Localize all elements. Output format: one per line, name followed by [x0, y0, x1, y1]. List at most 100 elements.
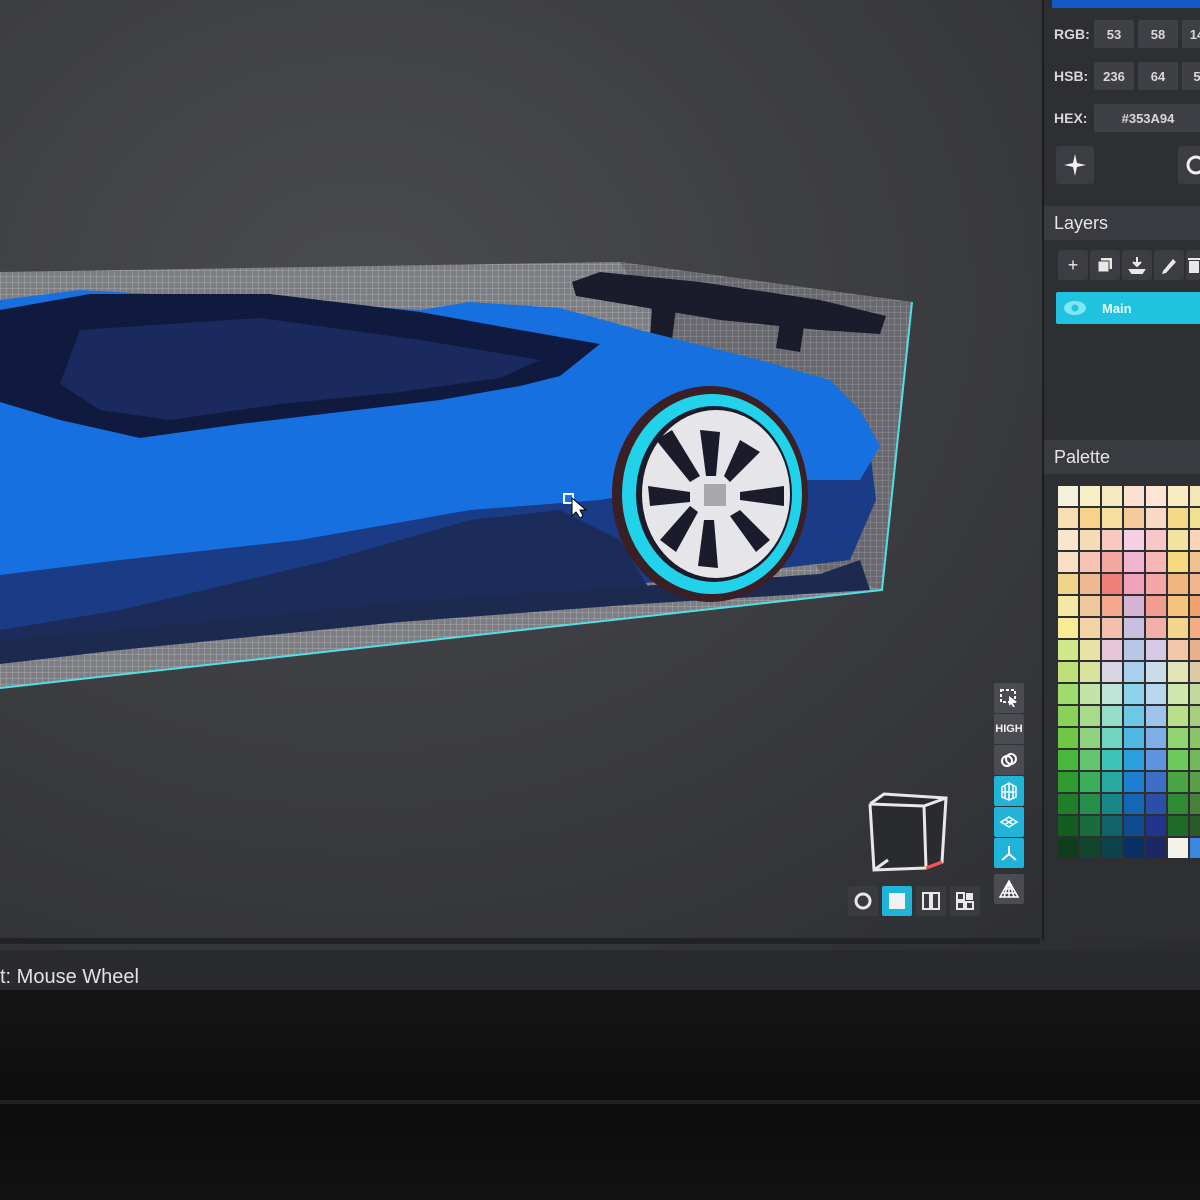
- palette-swatch[interactable]: [1102, 728, 1122, 748]
- palette-swatch[interactable]: [1080, 794, 1100, 814]
- palette-swatch[interactable]: [1102, 508, 1122, 528]
- palette-swatch[interactable]: [1058, 684, 1078, 704]
- high-quality-toggle[interactable]: HIGH: [994, 714, 1024, 744]
- grid-box-icon[interactable]: [994, 776, 1024, 806]
- palette-swatch[interactable]: [1058, 728, 1078, 748]
- palette-swatch[interactable]: [1168, 552, 1188, 572]
- palette-swatch[interactable]: [1124, 486, 1144, 506]
- palette-swatch[interactable]: [1058, 530, 1078, 550]
- pencil-icon[interactable]: [1154, 250, 1184, 280]
- rgb-r-field[interactable]: 53: [1094, 20, 1134, 48]
- palette-swatch[interactable]: [1102, 596, 1122, 616]
- palette-swatch[interactable]: [1190, 486, 1200, 506]
- palette-swatch[interactable]: [1190, 508, 1200, 528]
- palette-swatch[interactable]: [1168, 838, 1188, 858]
- axes-icon[interactable]: [994, 838, 1024, 868]
- merge-icon[interactable]: [1122, 250, 1152, 280]
- palette-swatch[interactable]: [1080, 486, 1100, 506]
- palette-swatch[interactable]: [1080, 838, 1100, 858]
- palette-swatch[interactable]: [1190, 574, 1200, 594]
- palette-swatch[interactable]: [1190, 794, 1200, 814]
- palette-swatch[interactable]: [1080, 574, 1100, 594]
- palette-swatch[interactable]: [1124, 838, 1144, 858]
- link-icon[interactable]: [994, 745, 1024, 775]
- rgb-b-field[interactable]: 14: [1182, 20, 1200, 48]
- palette-swatch[interactable]: [1102, 640, 1122, 660]
- hsb-h-field[interactable]: 236: [1094, 62, 1134, 90]
- palette-swatch[interactable]: [1146, 750, 1166, 770]
- palette-swatch[interactable]: [1168, 486, 1188, 506]
- palette-swatch[interactable]: [1190, 596, 1200, 616]
- palette-swatch[interactable]: [1168, 816, 1188, 836]
- palette-swatch[interactable]: [1168, 574, 1188, 594]
- duplicate-icon[interactable]: [1090, 250, 1120, 280]
- palette-swatch[interactable]: [1124, 530, 1144, 550]
- palette-swatch[interactable]: [1168, 684, 1188, 704]
- palette-swatch[interactable]: [1058, 552, 1078, 572]
- palette-swatch[interactable]: [1102, 794, 1122, 814]
- palette-swatch[interactable]: [1124, 816, 1144, 836]
- palette-swatch[interactable]: [1102, 750, 1122, 770]
- palette-swatch[interactable]: [1146, 552, 1166, 572]
- palette-swatch[interactable]: [1080, 750, 1100, 770]
- palette-swatch[interactable]: [1124, 750, 1144, 770]
- palette-swatch[interactable]: [1124, 772, 1144, 792]
- palette-swatch[interactable]: [1058, 574, 1078, 594]
- palette-swatch[interactable]: [1080, 508, 1100, 528]
- color-swatch[interactable]: [1052, 0, 1200, 8]
- palette-swatch[interactable]: [1058, 640, 1078, 660]
- hsb-b-field[interactable]: 5: [1182, 62, 1200, 90]
- hsb-s-field[interactable]: 64: [1138, 62, 1178, 90]
- palette-swatch[interactable]: [1124, 728, 1144, 748]
- palette-swatch[interactable]: [1058, 816, 1078, 836]
- palette-swatch[interactable]: [1146, 706, 1166, 726]
- split-view-icon[interactable]: [916, 886, 946, 916]
- palette-swatch[interactable]: [1058, 662, 1078, 682]
- single-view-icon[interactable]: [882, 886, 912, 916]
- perspective-icon[interactable]: [994, 874, 1024, 904]
- palette-swatch[interactable]: [1124, 684, 1144, 704]
- palette-swatch[interactable]: [1058, 706, 1078, 726]
- palette-swatch[interactable]: [1146, 640, 1166, 660]
- palette-swatch[interactable]: [1168, 596, 1188, 616]
- palette-swatch[interactable]: [1102, 684, 1122, 704]
- palette-swatch[interactable]: [1102, 530, 1122, 550]
- palette-swatch[interactable]: [1080, 684, 1100, 704]
- color-picker-icon[interactable]: [1178, 146, 1200, 184]
- palette-swatch[interactable]: [1190, 706, 1200, 726]
- palette-swatch[interactable]: [1146, 684, 1166, 704]
- palette-swatch[interactable]: [1102, 772, 1122, 792]
- palette-swatch[interactable]: [1168, 794, 1188, 814]
- palette-swatch[interactable]: [1168, 728, 1188, 748]
- hex-field[interactable]: #353A94: [1094, 104, 1200, 132]
- palette-swatch[interactable]: [1124, 618, 1144, 638]
- palette-swatch[interactable]: [1146, 816, 1166, 836]
- palette-swatch[interactable]: [1124, 706, 1144, 726]
- palette-swatch[interactable]: [1102, 662, 1122, 682]
- palette-swatch[interactable]: [1080, 706, 1100, 726]
- palette-swatch[interactable]: [1124, 794, 1144, 814]
- sparkle-icon[interactable]: [1056, 146, 1094, 184]
- palette-swatch[interactable]: [1146, 838, 1166, 858]
- layer-item-main[interactable]: Main: [1056, 292, 1200, 324]
- palette-swatch[interactable]: [1080, 530, 1100, 550]
- palette-swatch[interactable]: [1168, 508, 1188, 528]
- palette-swatch[interactable]: [1080, 552, 1100, 572]
- palette-swatch[interactable]: [1146, 662, 1166, 682]
- rgb-g-field[interactable]: 58: [1138, 20, 1178, 48]
- palette-swatch[interactable]: [1058, 486, 1078, 506]
- palette-grid[interactable]: [1058, 486, 1200, 858]
- palette-swatch[interactable]: [1190, 750, 1200, 770]
- palette-swatch[interactable]: [1080, 662, 1100, 682]
- palette-swatch[interactable]: [1058, 508, 1078, 528]
- circle-icon[interactable]: [848, 886, 878, 916]
- palette-swatch[interactable]: [1102, 552, 1122, 572]
- palette-swatch[interactable]: [1146, 596, 1166, 616]
- palette-swatch[interactable]: [1124, 662, 1144, 682]
- palette-swatch[interactable]: [1080, 728, 1100, 748]
- palette-swatch[interactable]: [1124, 552, 1144, 572]
- palette-swatch[interactable]: [1124, 596, 1144, 616]
- palette-swatch[interactable]: [1168, 772, 1188, 792]
- palette-swatch[interactable]: [1058, 838, 1078, 858]
- palette-swatch[interactable]: [1124, 640, 1144, 660]
